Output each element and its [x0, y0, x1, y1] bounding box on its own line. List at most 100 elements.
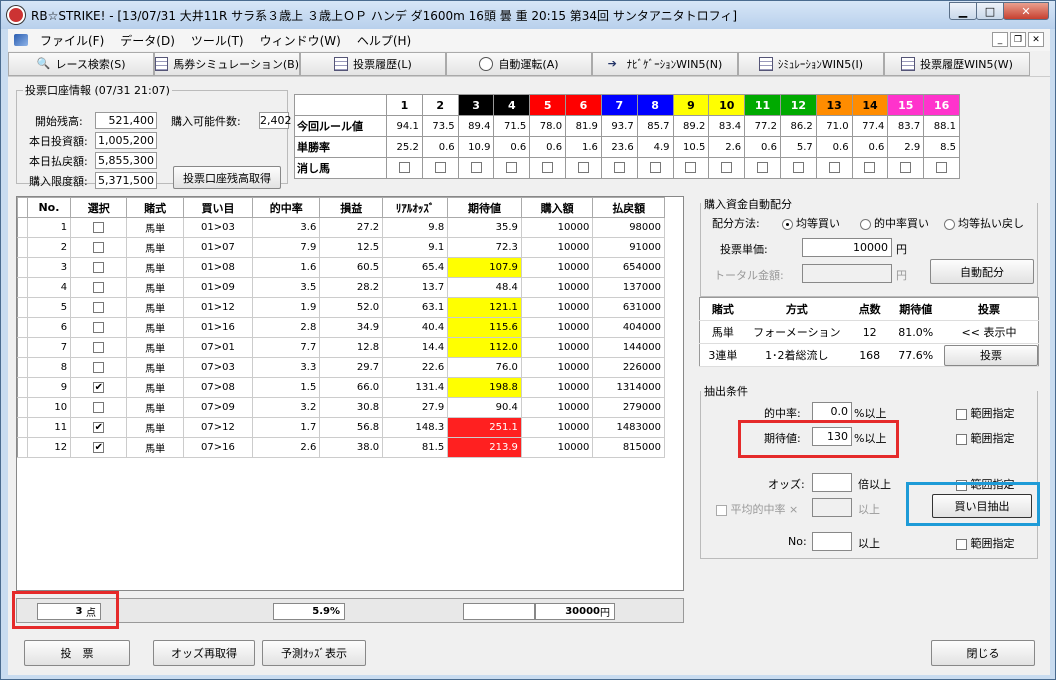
select-checkbox[interactable] [70, 297, 128, 318]
select-checkbox[interactable]: ✔ [70, 417, 128, 438]
navigation-win5-button[interactable]: ➔ ﾅﾋﾞｹﾞｰｼｮﾝWIN5(N) [592, 52, 738, 76]
table-row[interactable]: 6 馬単 01>16 2.8 34.9 40.4 115.6 10000 404000 [17, 317, 665, 338]
scratch-checkbox[interactable] [923, 157, 960, 179]
select-checkbox[interactable] [70, 257, 128, 278]
table-row[interactable]: 11 ✔ 馬単 07>12 1.7 56.8 148.3 251.1 10000 1483000 [17, 417, 665, 438]
checkbox-icon [613, 162, 625, 174]
method-equal-radio[interactable]: 均等買い [782, 215, 840, 231]
bet-type-row[interactable]: 馬単 フォーメーション 12 81.0% << 表示中 [699, 320, 1039, 344]
radio-icon [782, 218, 793, 230]
select-checkbox[interactable]: ✔ [70, 377, 128, 398]
unit-price-input[interactable]: 10000 [802, 238, 892, 257]
method-payout-radio[interactable]: 均等払い戻し [944, 215, 1024, 231]
mdi-minimize-button[interactable]: _ [992, 32, 1008, 47]
fetch-balance-button[interactable]: 投票口座残高取得 [173, 166, 281, 189]
hit-rate-input[interactable]: 0.0 [812, 402, 852, 421]
scratch-checkbox[interactable] [672, 157, 710, 179]
grid-header-9[interactable]: 払戻額 [592, 197, 665, 218]
auto-run-button[interactable]: 自動運転(A) [446, 52, 592, 76]
select-checkbox[interactable] [70, 237, 128, 258]
win-rate-value: 2.9 [887, 136, 925, 158]
table-row[interactable]: 9 ✔ 馬単 07>08 1.5 66.0 131.4 198.8 10000 1314000 [17, 377, 665, 398]
scratch-row-label: 消し馬 [294, 157, 387, 179]
select-checkbox[interactable] [70, 277, 128, 298]
payout-amount: 226000 [592, 357, 665, 378]
table-row[interactable]: 5 馬単 01>12 1.9 52.0 63.1 121.1 10000 631000 [17, 297, 665, 318]
scratch-checkbox[interactable] [457, 157, 495, 179]
odds-input[interactable] [812, 473, 852, 492]
table-row[interactable]: 10 馬単 07>09 3.2 30.8 27.9 90.4 10000 279000 [17, 397, 665, 418]
grid-header-3[interactable]: 買い目 [182, 197, 254, 218]
auto-alloc-button[interactable]: 自動配分 [930, 259, 1034, 284]
table-row[interactable]: 4 馬単 01>09 3.5 28.2 13.7 48.4 10000 137000 [17, 277, 665, 298]
scratch-checkbox[interactable] [421, 157, 459, 179]
scratch-checkbox[interactable] [887, 157, 925, 179]
race-search-button[interactable]: 🔍 レース検索(S) [8, 52, 154, 76]
avg-hit-checkbox[interactable]: 平均的中率 × [716, 501, 798, 517]
grid-header-4[interactable]: 的中率 [252, 197, 321, 218]
ev-range-checkbox[interactable]: 範囲指定 [956, 430, 1015, 446]
table-row[interactable]: 12 ✔ 馬単 07>16 2.6 38.0 81.5 213.9 10000 815000 [17, 437, 665, 458]
scratch-checkbox[interactable] [708, 157, 746, 179]
predicted-odds-button[interactable]: 予測ｵｯｽﾞ表示 [262, 640, 366, 666]
rule-value: 88.1 [923, 115, 960, 137]
close-window-button[interactable]: ✕ [1003, 2, 1049, 20]
scratch-checkbox[interactable] [386, 157, 423, 179]
scratch-checkbox[interactable] [529, 157, 567, 179]
grid-header-1[interactable]: 選択 [70, 197, 128, 218]
select-checkbox[interactable] [70, 337, 128, 358]
expected-value: 251.1 [447, 417, 522, 438]
scratch-checkbox[interactable] [744, 157, 781, 179]
no-input[interactable] [812, 532, 852, 551]
bet-type-row[interactable]: 3連単 1･2着総流し 168 77.6% 投票 [699, 343, 1039, 367]
menu-data[interactable]: データ(D) [112, 29, 183, 51]
scratch-checkbox[interactable] [493, 157, 531, 179]
grid-header-7[interactable]: 期待値 [447, 197, 522, 218]
table-row[interactable]: 3 馬単 01>08 1.6 60.5 65.4 107.9 10000 654000 [17, 257, 665, 278]
menu-window[interactable]: ウィンドウ(W) [252, 29, 349, 51]
scratch-checkbox[interactable] [565, 157, 602, 179]
scratch-checkbox[interactable] [851, 157, 889, 179]
maximize-button[interactable]: □ [976, 2, 1004, 20]
table-row[interactable]: 7 馬単 07>01 7.7 12.8 14.4 112.0 10000 144000 [17, 337, 665, 358]
select-checkbox[interactable] [70, 357, 128, 378]
method-hit-radio[interactable]: 的中率買い [860, 215, 929, 231]
menu-help[interactable]: ヘルプ(H) [349, 29, 419, 51]
ticket-simulation-button[interactable]: 馬券シミュレーション(B) [154, 52, 300, 76]
select-checkbox[interactable]: ✔ [70, 437, 128, 458]
scratch-checkbox[interactable] [636, 157, 674, 179]
select-checkbox[interactable] [70, 217, 128, 238]
grid-header-6[interactable]: ﾘｱﾙｵｯｽﾞ [382, 197, 449, 218]
grid-header-8[interactable]: 購入額 [520, 197, 594, 218]
hit-range-checkbox[interactable]: 範囲指定 [956, 405, 1015, 421]
vote-row-button[interactable]: 投票 [944, 344, 1038, 366]
minimize-button[interactable]: ▁ [949, 2, 977, 20]
mdi-restore-button[interactable]: ❐ [1010, 32, 1026, 47]
grid-header-0[interactable]: No. [26, 197, 72, 218]
table-row[interactable]: 2 馬単 01>07 7.9 12.5 9.1 72.3 10000 91000 [17, 237, 665, 258]
menu-file[interactable]: ファイル(F) [32, 29, 112, 51]
vote-history-button[interactable]: 投票履歴(L) [300, 52, 446, 76]
rule-value: 71.5 [493, 115, 531, 137]
close-button[interactable]: 閉じる [931, 640, 1035, 666]
total-amount-input[interactable] [802, 264, 892, 283]
menu-tools[interactable]: ツール(T) [183, 29, 252, 51]
refetch-odds-button[interactable]: オッズ再取得 [153, 640, 255, 666]
mdi-close-button[interactable]: ✕ [1028, 32, 1044, 47]
grid-header-2[interactable]: 賭式 [126, 197, 184, 218]
rule-value: 86.2 [779, 115, 817, 137]
scratch-checkbox[interactable] [779, 157, 817, 179]
table-row[interactable]: 1 馬単 01>03 3.6 27.2 9.8 35.9 10000 98000 [17, 217, 665, 238]
vote-button[interactable]: 投 票 [24, 640, 130, 666]
scratch-checkbox[interactable] [600, 157, 638, 179]
no-range-checkbox[interactable]: 範囲指定 [956, 535, 1015, 551]
table-row[interactable]: 8 馬単 07>03 3.3 29.7 22.6 76.0 10000 226000 [17, 357, 665, 378]
select-checkbox[interactable] [70, 397, 128, 418]
avg-hit-input[interactable] [812, 498, 852, 517]
grid-header-5[interactable]: 損益 [319, 197, 384, 218]
select-checkbox[interactable] [70, 317, 128, 338]
real-odds: 22.6 [382, 357, 449, 378]
vote-history-win5-button[interactable]: 投票履歴WIN5(W) [884, 52, 1030, 76]
scratch-checkbox[interactable] [815, 157, 853, 179]
simulation-win5-button[interactable]: ｼﾐｭﾚｰｼｮﾝWIN5(I) [738, 52, 884, 76]
